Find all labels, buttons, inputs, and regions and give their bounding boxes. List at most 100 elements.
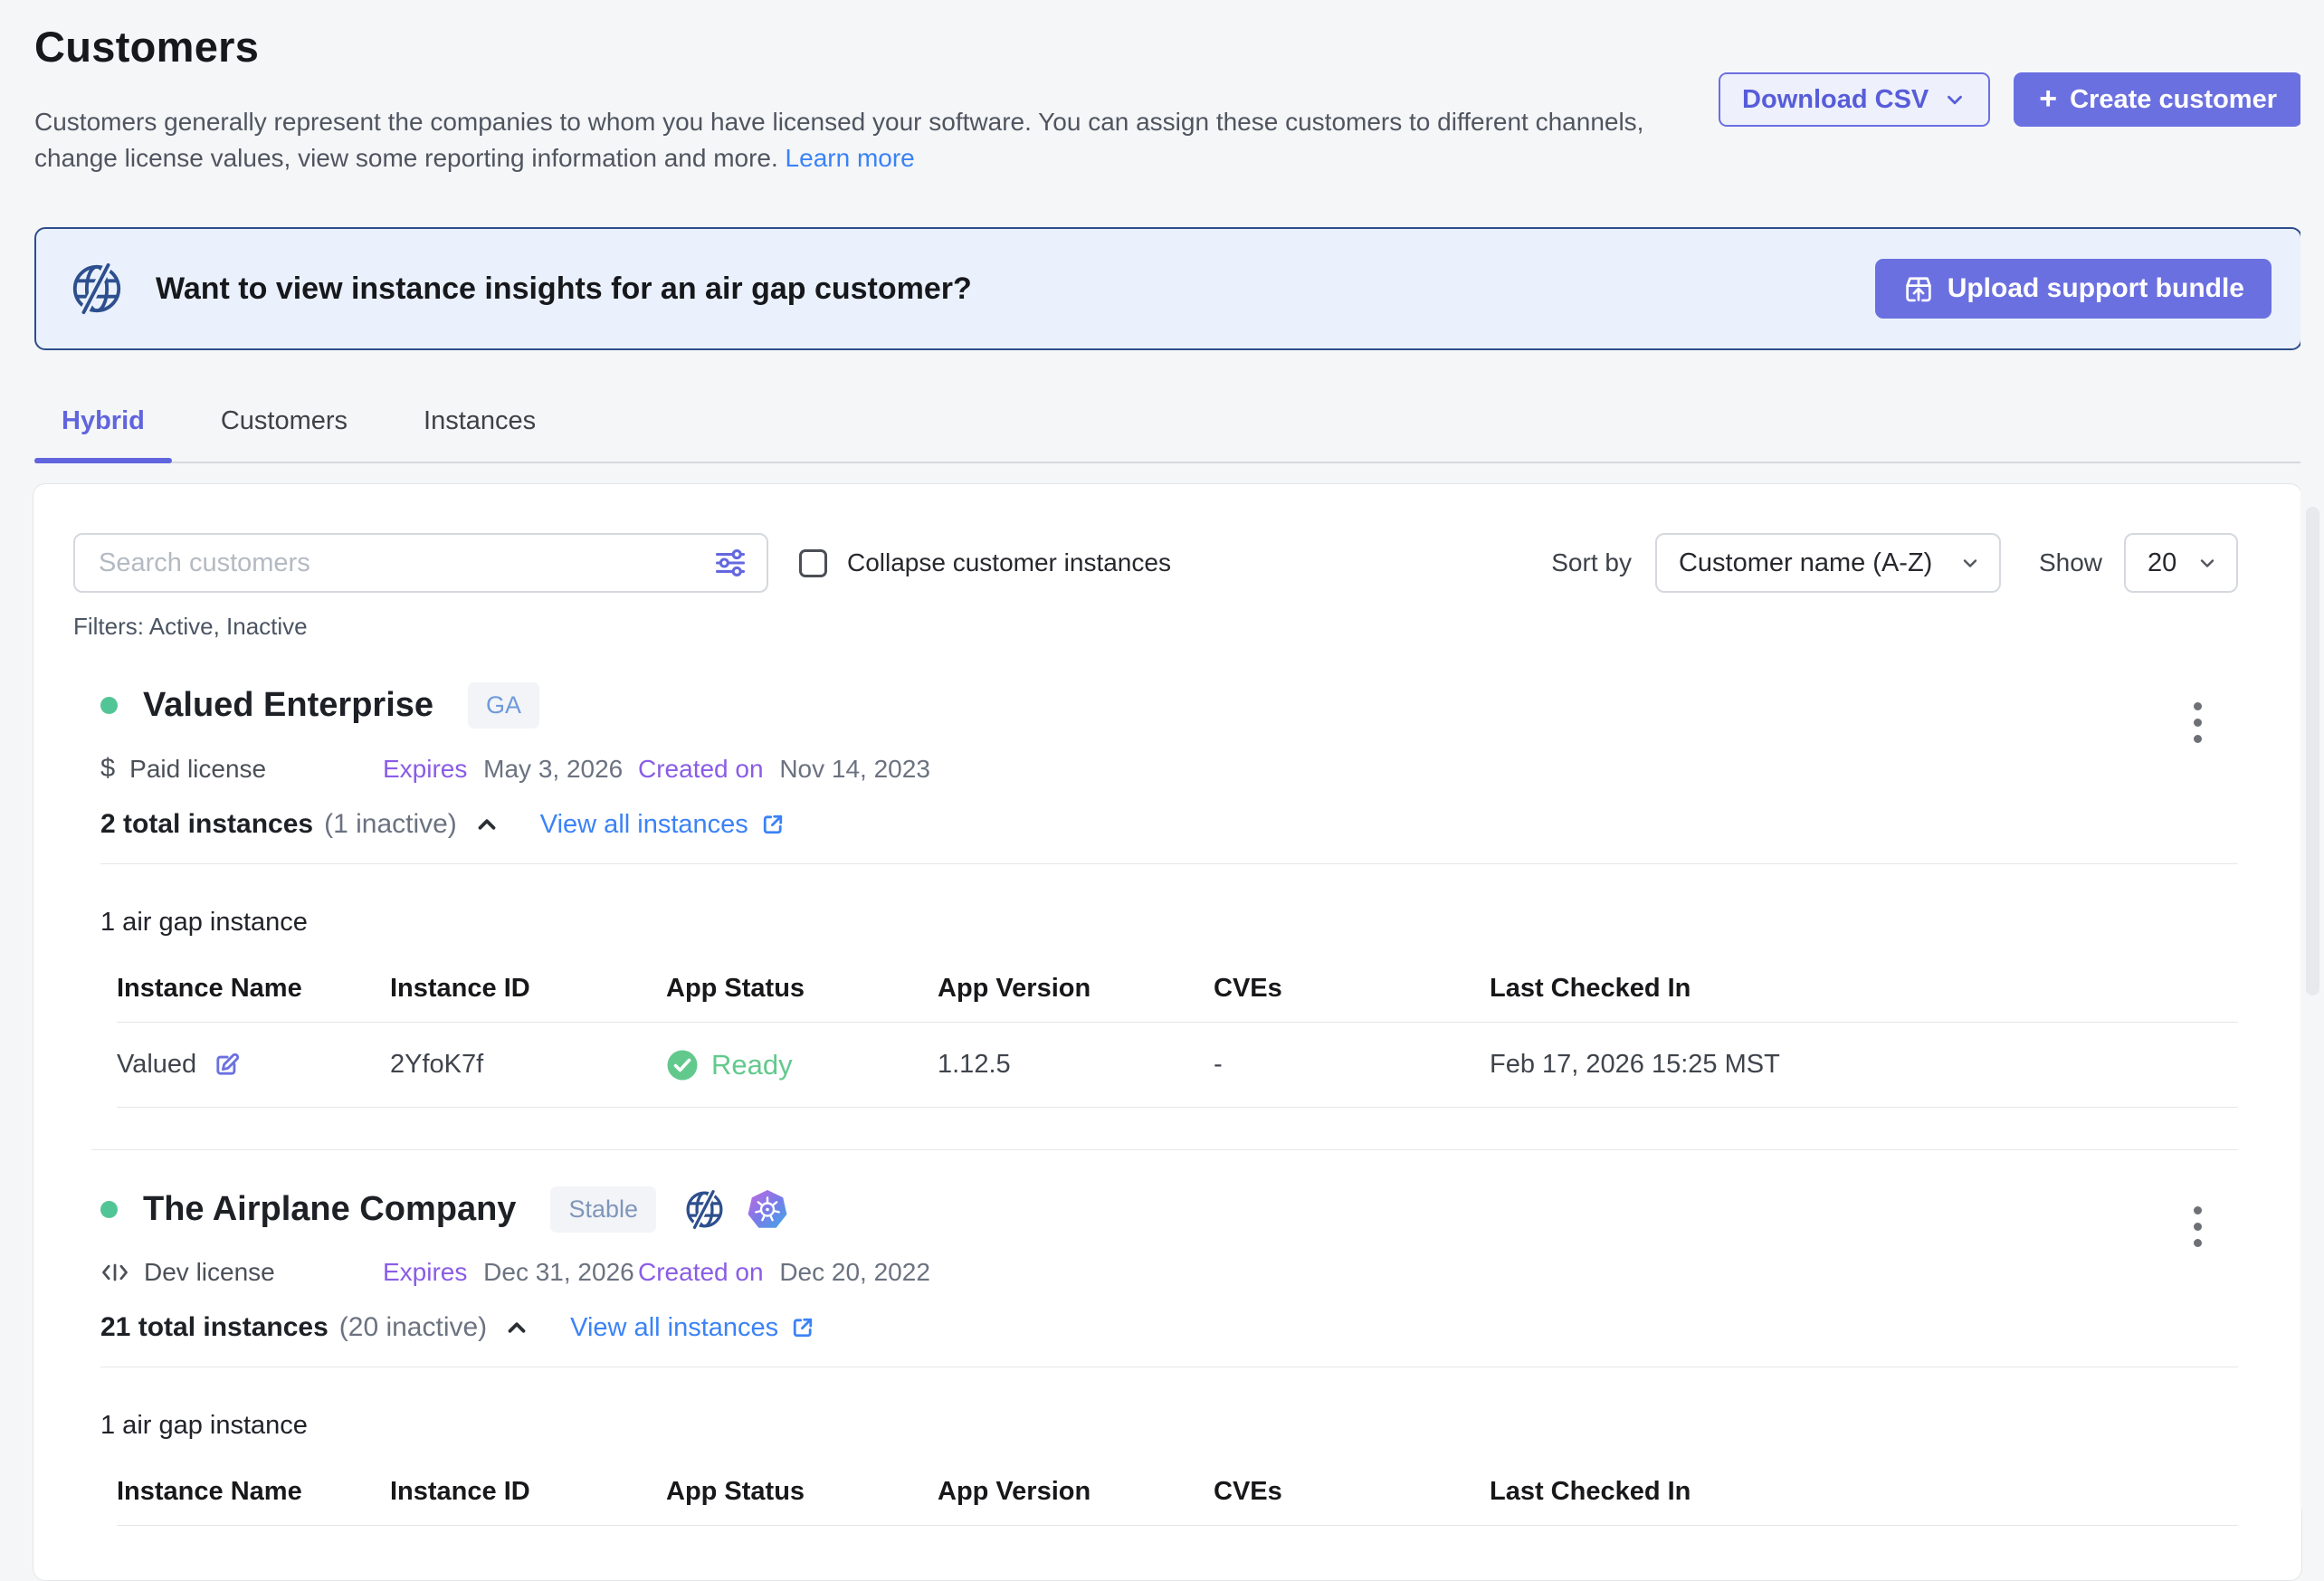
expires-pair: Expires Dec 31, 2026 <box>383 1258 638 1287</box>
filters-note: Filters: Active, Inactive <box>73 613 2238 641</box>
learn-more-link[interactable]: Learn more <box>786 144 915 172</box>
edit-icon[interactable] <box>213 1051 241 1079</box>
col-instance-id: Instance ID <box>390 1477 666 1507</box>
instance-table-header: Instance Name Instance ID App Status App… <box>117 959 2238 1023</box>
code-icon <box>100 1260 129 1285</box>
show-label: Show <box>2039 548 2102 577</box>
search-input[interactable] <box>73 533 768 593</box>
expires-label: Expires <box>383 1258 467 1286</box>
create-customer-button[interactable]: + Create customer <box>2014 72 2302 127</box>
show-select[interactable]: 20 <box>2124 533 2238 593</box>
tab-customers[interactable]: Customers <box>194 406 375 462</box>
tab-bar: Hybrid Customers Instances <box>34 406 2302 463</box>
instance-table-header: Instance Name Instance ID App Status App… <box>117 1462 2238 1526</box>
airgap-instances-table: Instance Name Instance ID App Status App… <box>100 1462 2238 1526</box>
view-all-instances-link[interactable]: View all instances <box>570 1313 815 1343</box>
collapse-instances-checkbox[interactable] <box>799 549 827 577</box>
toolbar-right: Sort by Customer name (A-Z) Show 20 <box>1551 533 2238 593</box>
col-cves: CVEs <box>1214 1477 1490 1507</box>
col-cves: CVEs <box>1214 974 1490 1004</box>
chevron-up-icon[interactable] <box>473 811 500 838</box>
customer-name[interactable]: Valued Enterprise <box>143 686 433 725</box>
instances-total: 21 total instances <box>100 1312 329 1343</box>
kubernetes-icon <box>746 1188 789 1232</box>
instance-name-cell: Valued <box>117 1050 390 1080</box>
airgap-globe-icon <box>683 1188 726 1231</box>
airgap-banner-title: Want to view instance insights for an ai… <box>156 271 972 307</box>
download-csv-button[interactable]: Download CSV <box>1719 72 1990 127</box>
instances-summary-row: 21 total instances (20 inactive) View al… <box>100 1312 2238 1343</box>
col-app-status: App Status <box>666 1477 938 1507</box>
customer-divider <box>91 1149 2238 1150</box>
scrollbar-thumb[interactable] <box>2306 507 2319 995</box>
channel-badge: GA <box>468 682 539 729</box>
tab-instances[interactable]: Instances <box>396 406 563 462</box>
chevron-up-icon[interactable] <box>503 1314 530 1341</box>
app-status-cell: Ready <box>666 1049 938 1081</box>
created-pair: Created on Dec 20, 2022 <box>638 1258 930 1287</box>
search-filter-icon[interactable] <box>712 545 748 586</box>
page-title: Customers <box>34 22 2302 71</box>
license-type-label: Dev license <box>144 1258 275 1287</box>
airgap-instances-heading: 1 air gap instance <box>100 908 2238 938</box>
channel-badge: Stable <box>550 1186 656 1233</box>
instance-table-row: Valued 2YfoK7f Ready 1.12.5 <box>117 1023 2238 1108</box>
last-checked-in: Feb 17, 2026 15:25 MST <box>1490 1050 2238 1080</box>
customers-toolbar: Collapse customer instances Sort by Cust… <box>73 533 2238 593</box>
scrollbar-track[interactable] <box>2300 0 2324 1510</box>
upload-bundle-icon <box>1902 272 1935 305</box>
view-all-instances-label: View all instances <box>570 1313 778 1343</box>
instance-id: 2YfoK7f <box>390 1050 666 1080</box>
collapse-instances-label: Collapse customer instances <box>847 548 1171 577</box>
active-status-dot <box>100 697 118 714</box>
divider <box>100 863 2238 864</box>
upload-support-bundle-label: Upload support bundle <box>1948 273 2244 304</box>
airgap-banner: Want to view instance insights for an ai… <box>34 227 2302 350</box>
download-csv-label: Download CSV <box>1742 85 1929 115</box>
col-last-checked-in: Last Checked In <box>1490 1477 2238 1507</box>
instances-summary-row: 2 total instances (1 inactive) View all … <box>100 809 2238 840</box>
active-status-dot <box>100 1201 118 1218</box>
header-actions: Download CSV + Create customer <box>1719 72 2302 127</box>
license-type: Dev license <box>100 1258 383 1287</box>
search-wrap <box>73 533 768 593</box>
instance-name: Valued <box>117 1050 196 1080</box>
customer-head: Valued Enterprise GA <box>100 682 2238 729</box>
tab-hybrid[interactable]: Hybrid <box>34 406 172 462</box>
external-link-icon <box>790 1315 815 1340</box>
col-instance-name: Instance Name <box>117 1477 390 1507</box>
expires-value: May 3, 2026 <box>483 755 623 783</box>
plus-icon: + <box>2039 83 2057 114</box>
app-version: 1.12.5 <box>938 1050 1214 1080</box>
delivery-icons <box>683 1188 789 1232</box>
collapse-instances-checkbox-group[interactable]: Collapse customer instances <box>799 548 1171 577</box>
check-circle-icon <box>666 1049 699 1081</box>
dollar-icon: $ <box>100 754 115 784</box>
col-instance-name: Instance Name <box>117 974 390 1004</box>
col-last-checked-in: Last Checked In <box>1490 974 2238 1004</box>
col-app-version: App Version <box>938 974 1214 1004</box>
chevron-down-icon <box>2196 552 2218 574</box>
create-customer-label: Create customer <box>2070 85 2277 115</box>
sort-by-select[interactable]: Customer name (A-Z) <box>1655 533 2001 593</box>
created-pair: Created on Nov 14, 2023 <box>638 755 930 784</box>
created-value: Dec 20, 2022 <box>779 1258 930 1286</box>
instances-inactive: (1 inactive) <box>324 809 457 840</box>
cves-value: - <box>1214 1050 1490 1080</box>
kebab-menu-icon[interactable] <box>2183 695 2213 750</box>
customers-panel: Collapse customer instances Sort by Cust… <box>33 483 2302 1581</box>
airgap-instances-heading: 1 air gap instance <box>100 1411 2238 1441</box>
created-label: Created on <box>638 1258 764 1286</box>
page-description: Customers generally represent the compan… <box>34 104 1659 176</box>
upload-support-bundle-button[interactable]: Upload support bundle <box>1875 259 2272 319</box>
col-app-version: App Version <box>938 1477 1214 1507</box>
view-all-instances-link[interactable]: View all instances <box>540 810 786 840</box>
instances-total: 2 total instances <box>100 809 313 840</box>
page-header: Customers Customers generally represent … <box>0 0 2324 176</box>
app-status-text: Ready <box>711 1049 793 1081</box>
customer-name[interactable]: The Airplane Company <box>143 1190 516 1229</box>
created-value: Nov 14, 2023 <box>779 755 930 783</box>
kebab-menu-icon[interactable] <box>2183 1199 2213 1254</box>
sort-by-label: Sort by <box>1551 548 1632 577</box>
customer-card-valued-enterprise: Valued Enterprise GA $ Paid license Expi… <box>73 682 2238 1108</box>
